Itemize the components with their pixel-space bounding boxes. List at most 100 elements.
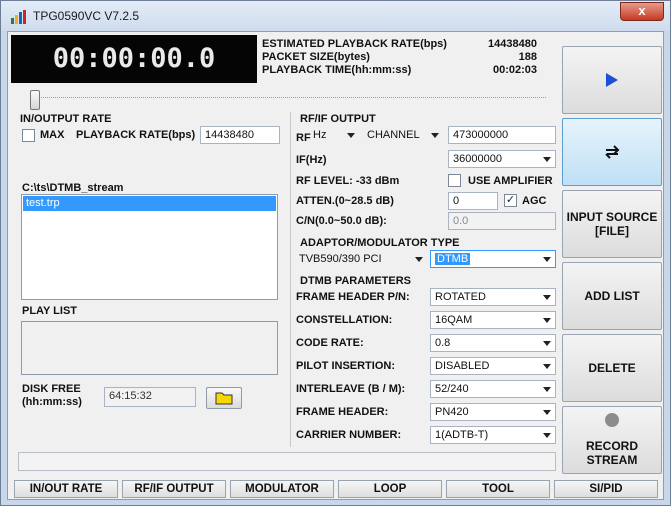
list-item[interactable]: test.trp: [23, 196, 276, 211]
max-label: MAX: [40, 129, 65, 141]
time-display: 00:00:00.0: [11, 35, 257, 83]
atten-label: ATTEN.(0~28.5 dB): [296, 195, 394, 207]
title-bar[interactable]: TPG0590VC V7.2.5 x: [1, 1, 670, 31]
chevron-down-icon: [431, 133, 439, 138]
input-source-button[interactable]: INPUT SOURCE [FILE]: [562, 190, 662, 258]
param-value: DISABLED: [435, 360, 490, 372]
chevron-down-icon: [543, 387, 551, 392]
io-rate-heading: IN/OUTPUT RATE: [20, 113, 112, 125]
adaptor-heading: ADAPTOR/MODULATOR TYPE: [300, 237, 460, 249]
agc-label: AGC: [522, 195, 547, 207]
if-frequency-value: 36000000: [453, 153, 502, 165]
carrier-number-select[interactable]: 1(ADTB-T): [430, 426, 556, 444]
folder-icon: [215, 392, 233, 405]
playback-time-label: PLAYBACK TIME(hh:mm:ss): [262, 64, 412, 76]
param-value: 0.8: [435, 337, 451, 349]
tab-loop[interactable]: LOOP: [338, 480, 442, 498]
browse-folder-button[interactable]: [206, 387, 242, 409]
param-value: 16QAM: [435, 314, 473, 326]
input-source-label: INPUT SOURCE: [566, 210, 658, 224]
estimated-playback-rate-value: 14438480: [488, 38, 537, 50]
cn-input[interactable]: 0.0: [448, 212, 556, 230]
adaptor-value: TVB590/390 PCI: [299, 253, 382, 265]
disk-free-value: 64:15:32: [104, 387, 196, 407]
modulator-select[interactable]: DTMB: [430, 250, 556, 268]
param-label: CONSTELLATION:: [296, 314, 393, 326]
rf-mode-select[interactable]: CHANNEL: [362, 126, 444, 144]
loop-icon: [605, 145, 620, 159]
chevron-down-icon: [543, 295, 551, 300]
chevron-down-icon: [415, 257, 423, 262]
frame-header-select[interactable]: PN420: [430, 403, 556, 421]
chevron-down-icon: [543, 341, 551, 346]
rf-frequency-input[interactable]: 473000000: [448, 126, 556, 144]
disk-free-unit-label: (hh:mm:ss): [22, 396, 82, 408]
use-amplifier-label: USE AMPLIFIER: [468, 175, 553, 187]
window-title: TPG0590VC V7.2.5: [33, 9, 140, 23]
rf-unit-value: Hz: [313, 129, 327, 141]
code-rate-select[interactable]: 0.8: [430, 334, 556, 352]
param-label: CARRIER NUMBER:: [296, 429, 402, 441]
close-button[interactable]: x: [620, 2, 664, 21]
rf-output-heading: RF/IF OUTPUT: [300, 113, 376, 125]
param-value: ROTATED: [435, 291, 486, 303]
input-source-value: [FILE]: [595, 224, 629, 238]
tab-modulator[interactable]: MODULATOR: [230, 480, 334, 498]
agc-checkbox[interactable]: ✓: [504, 194, 517, 207]
interleave-select[interactable]: 52/240: [430, 380, 556, 398]
frame-header-pn-select[interactable]: ROTATED: [430, 288, 556, 306]
rf-level-label: RF LEVEL: -33 dBm: [296, 175, 400, 187]
atten-input[interactable]: 0: [448, 192, 498, 210]
chevron-down-icon: [347, 133, 355, 138]
close-icon: x: [638, 3, 646, 18]
play-list[interactable]: [21, 321, 278, 375]
file-path-label: C:\ts\DTMB_stream: [22, 182, 124, 194]
pilot-insertion-select[interactable]: DISABLED: [430, 357, 556, 375]
playback-rate-input[interactable]: 14438480: [200, 126, 280, 144]
param-label: CODE RATE:: [296, 337, 364, 349]
tab-tool[interactable]: TOOL: [446, 480, 550, 498]
record-stream-button[interactable]: RECORD STREAM: [562, 406, 662, 474]
play-icon: [606, 73, 618, 87]
param-value: 52/240: [435, 383, 469, 395]
app-icon: [11, 10, 26, 24]
param-label: FRAME HEADER:: [296, 406, 389, 418]
chevron-down-icon: [543, 433, 551, 438]
cn-label: C/N(0.0~50.0 dB):: [296, 215, 387, 227]
chevron-down-icon: [543, 257, 551, 262]
adaptor-select[interactable]: TVB590/390 PCI: [294, 250, 428, 268]
chevron-down-icon: [543, 364, 551, 369]
delete-button[interactable]: DELETE: [562, 334, 662, 402]
status-bar: [18, 452, 556, 471]
tab-si-pid[interactable]: SI/PID: [554, 480, 658, 498]
param-label: PILOT INSERTION:: [296, 360, 395, 372]
tab-in-out-rate[interactable]: IN/OUT RATE: [14, 480, 118, 498]
playback-slider-thumb[interactable]: [30, 90, 40, 110]
add-list-button[interactable]: ADD LIST: [562, 262, 662, 330]
rf-unit-select[interactable]: Hz: [308, 126, 360, 144]
chevron-down-icon: [543, 157, 551, 162]
playback-slider-track[interactable]: [34, 97, 546, 99]
rf-mode-value: CHANNEL: [367, 129, 420, 141]
playback-time-value: 00:02:03: [492, 64, 537, 76]
dtmb-heading: DTMB PARAMETERS: [300, 275, 412, 287]
stream-label: STREAM: [586, 453, 638, 467]
max-rate-checkbox[interactable]: [22, 129, 35, 142]
main-client-area: 00:00:00.0 ESTIMATED PLAYBACK RATE(bps) …: [7, 31, 664, 500]
chevron-down-icon: [543, 318, 551, 323]
loop-toggle-button[interactable]: [562, 118, 662, 186]
panel-divider: [290, 112, 291, 447]
play-list-heading: PLAY LIST: [22, 305, 78, 317]
playback-rate-label: PLAYBACK RATE(bps): [76, 129, 196, 141]
play-button[interactable]: [562, 46, 662, 114]
param-value: PN420: [435, 406, 469, 418]
if-frequency-select[interactable]: 36000000: [448, 150, 556, 168]
use-amplifier-checkbox[interactable]: [448, 174, 461, 187]
app-window: TPG0590VC V7.2.5 x 00:00:00.0 ESTIMATED …: [0, 0, 671, 506]
file-list[interactable]: test.trp: [21, 194, 278, 300]
record-label: RECORD: [585, 439, 638, 453]
constellation-select[interactable]: 16QAM: [430, 311, 556, 329]
packet-size-value: 188: [518, 51, 537, 63]
record-indicator-icon: [605, 413, 619, 427]
tab-rf-if-output[interactable]: RF/IF OUTPUT: [122, 480, 226, 498]
